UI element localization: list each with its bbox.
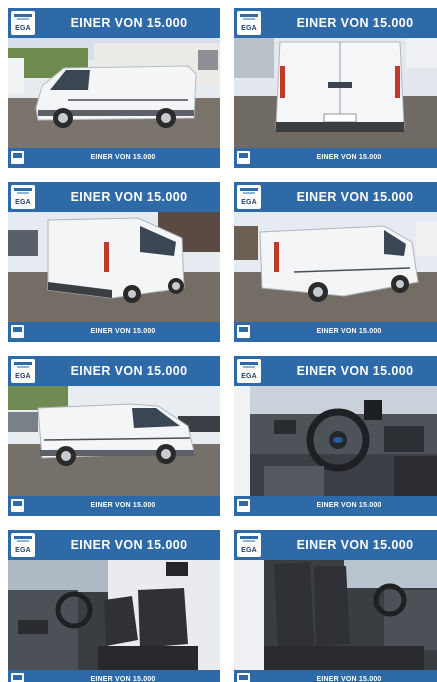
tile-headline: EINER VON 15.000: [70, 538, 188, 552]
gallery-tile-1[interactable]: EGA EINER VON 15.000 EINER VON 15.000: [8, 8, 220, 170]
ega-mini-logo: [11, 673, 24, 682]
tile-header-banner: EGA EINER VON 15.000: [234, 182, 437, 212]
cabin-photo[interactable]: [234, 560, 437, 670]
tile-headline: EINER VON 15.000: [296, 16, 414, 30]
tile-header-banner: EGA EINER VON 15.000: [234, 530, 437, 560]
logo-text: EGA: [15, 25, 31, 32]
gallery-tile-4[interactable]: EGA EINER VON 15.000 EINER VON 15.000: [234, 182, 437, 344]
tile-header-banner: EGA EINER VON 15.000: [8, 530, 220, 560]
van-photo[interactable]: [8, 386, 220, 496]
tile-headline: EINER VON 15.000: [296, 364, 414, 378]
tile-footer-banner: EINER VON 15.000: [234, 148, 437, 168]
tile-footer-text: EINER VON 15.000: [316, 154, 382, 161]
gallery-tile-6[interactable]: EGA EINER VON 15.000 EINER VON 15.000: [234, 356, 437, 518]
cabin-photo[interactable]: [8, 560, 220, 670]
tile-footer-text: EINER VON 15.000: [316, 676, 382, 682]
tile-footer-banner: EINER VON 15.000: [234, 496, 437, 516]
tile-footer-text: EINER VON 15.000: [90, 676, 156, 682]
ega-logo: EGA: [237, 533, 261, 557]
ega-mini-logo: [11, 325, 24, 338]
logo-text: EGA: [15, 547, 31, 554]
tile-footer-text: EINER VON 15.000: [90, 154, 156, 161]
ega-mini-logo: [237, 151, 250, 164]
tile-footer-banner: EINER VON 15.000: [234, 670, 437, 682]
gallery-tile-8[interactable]: EGA EINER VON 15.000 EINER VON 15.000: [234, 530, 437, 682]
van-photo[interactable]: [8, 212, 220, 322]
ega-mini-logo: [237, 499, 250, 512]
cockpit-photo[interactable]: [234, 386, 437, 496]
gallery-tile-7[interactable]: EGA EINER VON 15.000 EINER VON 15.000: [8, 530, 220, 682]
tile-header-banner: EGA EINER VON 15.000: [8, 8, 220, 38]
tile-footer-banner: EINER VON 15.000: [8, 496, 220, 516]
gallery-tile-5[interactable]: EGA EINER VON 15.000 EINER VON 15.000: [8, 356, 220, 518]
tile-footer-text: EINER VON 15.000: [316, 502, 382, 509]
ega-logo: EGA: [237, 11, 261, 35]
ega-logo: EGA: [11, 11, 35, 35]
logo-text: EGA: [241, 199, 257, 206]
photo-gallery: EGA EINER VON 15.000 EINER VON 15.000 EG…: [0, 0, 437, 682]
tile-headline: EINER VON 15.000: [70, 364, 188, 378]
ega-logo: EGA: [11, 533, 35, 557]
ega-mini-logo: [237, 325, 250, 338]
tile-header-banner: EGA EINER VON 15.000: [234, 8, 437, 38]
tile-footer-text: EINER VON 15.000: [90, 502, 156, 509]
tile-headline: EINER VON 15.000: [296, 190, 414, 204]
tile-footer-banner: EINER VON 15.000: [8, 670, 220, 682]
logo-text: EGA: [15, 199, 31, 206]
tile-header-banner: EGA EINER VON 15.000: [234, 356, 437, 386]
ega-mini-logo: [11, 499, 24, 512]
tile-footer-banner: EINER VON 15.000: [8, 322, 220, 342]
ega-logo: EGA: [11, 359, 35, 383]
tile-footer-banner: EINER VON 15.000: [234, 322, 437, 342]
logo-text: EGA: [241, 547, 257, 554]
logo-text: EGA: [15, 373, 31, 380]
ega-logo: EGA: [237, 185, 261, 209]
van-photo[interactable]: [234, 212, 437, 322]
tile-headline: EINER VON 15.000: [70, 16, 188, 30]
tile-footer-text: EINER VON 15.000: [316, 328, 382, 335]
ega-logo: EGA: [237, 359, 261, 383]
tile-headline: EINER VON 15.000: [296, 538, 414, 552]
tile-footer-text: EINER VON 15.000: [90, 328, 156, 335]
tile-header-banner: EGA EINER VON 15.000: [8, 356, 220, 386]
ega-mini-logo: [237, 673, 250, 682]
van-photo[interactable]: [234, 38, 437, 148]
logo-text: EGA: [241, 373, 257, 380]
gallery-tile-3[interactable]: EGA EINER VON 15.000 EINER VON 15.000: [8, 182, 220, 344]
tile-headline: EINER VON 15.000: [70, 190, 188, 204]
logo-text: EGA: [241, 25, 257, 32]
van-photo[interactable]: [8, 38, 220, 148]
tile-footer-banner: EINER VON 15.000: [8, 148, 220, 168]
ega-logo: EGA: [11, 185, 35, 209]
gallery-tile-2[interactable]: EGA EINER VON 15.000 EINER VON 15.000: [234, 8, 437, 170]
ega-mini-logo: [11, 151, 24, 164]
tile-header-banner: EGA EINER VON 15.000: [8, 182, 220, 212]
